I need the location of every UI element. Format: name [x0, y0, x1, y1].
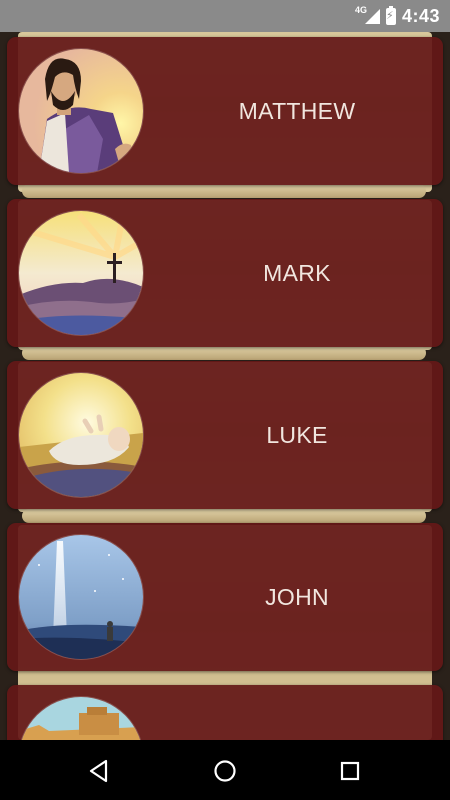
- home-icon[interactable]: [212, 758, 238, 784]
- navigation-bar: [0, 740, 450, 800]
- clock: 4:43: [401, 5, 440, 26]
- gospel-card-mark[interactable]: MARK: [7, 199, 443, 347]
- gospel-title: LUKE: [266, 421, 328, 448]
- recents-icon[interactable]: [337, 758, 363, 784]
- status-bar: 4G 4:43: [0, 0, 450, 32]
- battery-charging-icon: [385, 5, 396, 25]
- gospel-title: MATTHEW: [238, 97, 356, 124]
- status-icons: 4G 4:43: [347, 0, 440, 32]
- gospel-card-5[interactable]: [7, 685, 443, 740]
- gospel-title: JOHN: [265, 583, 329, 610]
- scroll-rod: [22, 184, 426, 198]
- scroll-rod: [22, 346, 426, 360]
- gospel-title: [151, 685, 443, 740]
- gospel-title: MARK: [263, 259, 331, 286]
- gospel-list-screen[interactable]: MATTHEW MARK LUKE JOHN: [0, 32, 450, 740]
- gospel-card-luke[interactable]: LUKE: [7, 361, 443, 509]
- back-icon[interactable]: [86, 758, 112, 784]
- jesus-portrait-icon: [19, 49, 143, 173]
- ancient-city-icon: [19, 697, 143, 740]
- cross-on-hill-icon: [19, 211, 143, 335]
- gospel-card-matthew[interactable]: MATTHEW: [7, 37, 443, 185]
- signal-icon: [364, 8, 380, 24]
- infant-in-manger-icon: [19, 373, 143, 497]
- network-type: 4G: [354, 5, 367, 15]
- gospel-card-john[interactable]: JOHN: [7, 523, 443, 671]
- light-beam-icon: [19, 535, 143, 659]
- scroll-rod: [22, 509, 426, 523]
